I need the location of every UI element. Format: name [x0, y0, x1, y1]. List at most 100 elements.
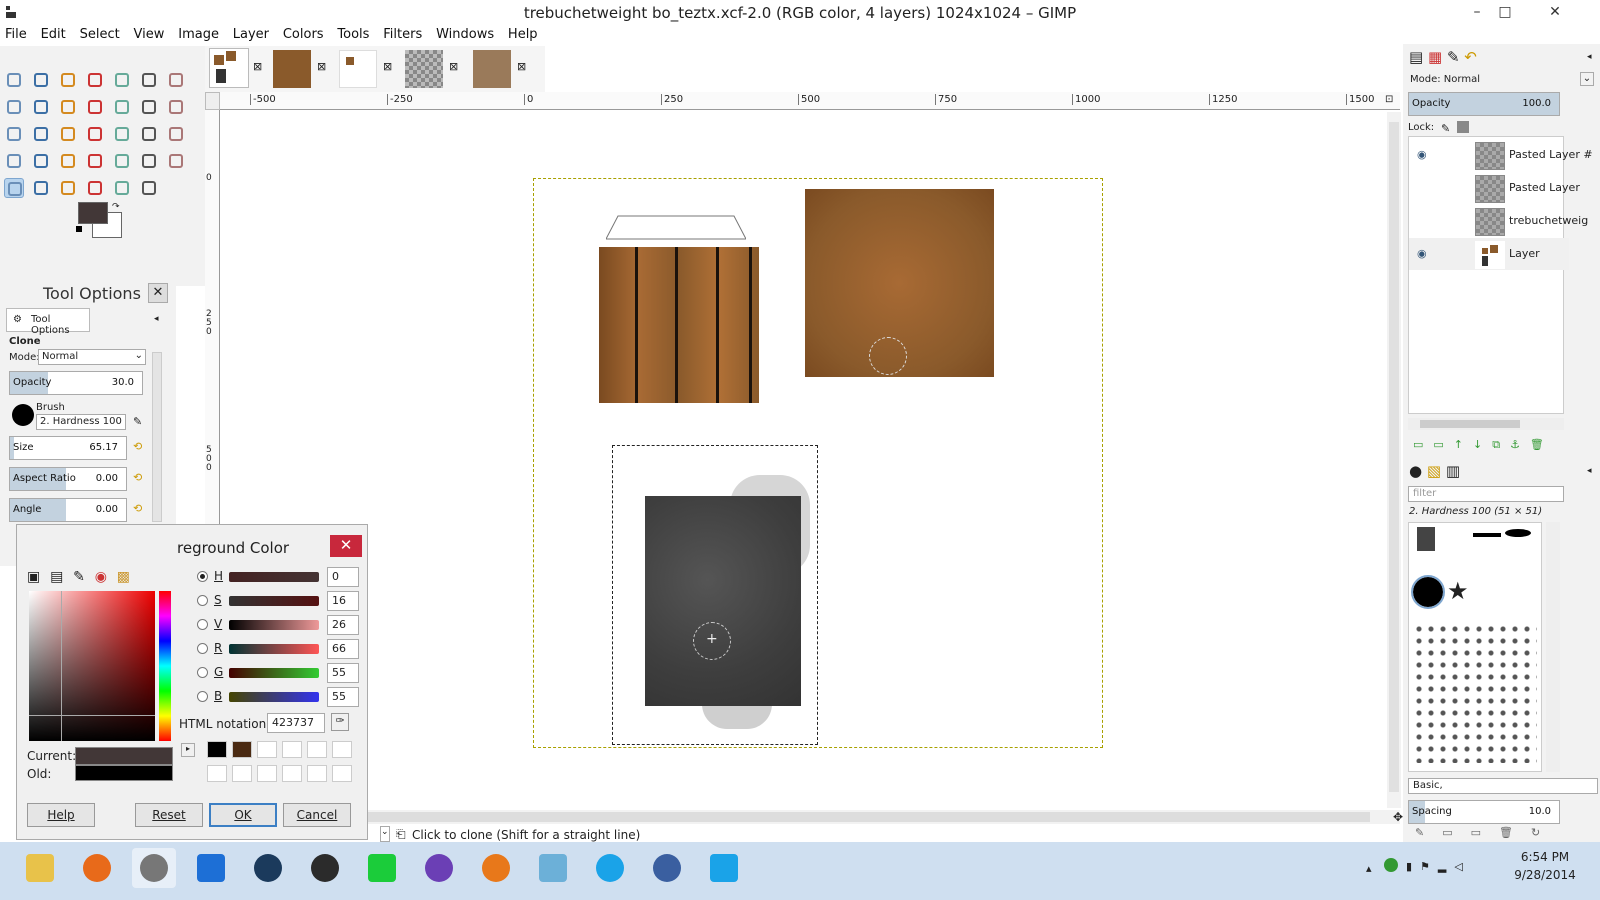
scales-icon[interactable]: ▣: [27, 569, 40, 585]
perspective-tool-icon[interactable]: [85, 124, 105, 144]
menu-edit[interactable]: Edit: [36, 26, 71, 44]
eye-icon[interactable]: ◉: [1417, 247, 1427, 260]
channel-value-input[interactable]: 26: [327, 615, 359, 635]
dock-menu-icon[interactable]: ◂: [1587, 52, 1592, 62]
clock-date[interactable]: 9/28/2014: [1510, 868, 1580, 882]
channel-value-input[interactable]: 0: [327, 567, 359, 587]
reset-size-icon[interactable]: ⟲: [133, 440, 142, 453]
hue-strip[interactable]: [159, 591, 171, 741]
brush-name-field[interactable]: 2. Hardness 100: [36, 414, 126, 430]
align-tool-icon[interactable]: [139, 97, 159, 117]
channel-slider[interactable]: [229, 596, 319, 606]
close-tab-icon[interactable]: ⊠: [253, 60, 262, 73]
patterns-tab-icon[interactable]: ▧: [1427, 462, 1441, 480]
lock-alpha-icon[interactable]: [1457, 121, 1469, 133]
gradients-tab-icon[interactable]: ▥: [1446, 462, 1460, 480]
vertical-scrollbar[interactable]: [1387, 112, 1401, 808]
history-arrow-icon[interactable]: ▸: [181, 743, 195, 757]
channel-radio[interactable]: [197, 643, 208, 654]
scissors-tool-icon[interactable]: [139, 70, 159, 90]
brush-item-selected[interactable]: [1411, 575, 1445, 609]
channel-radio[interactable]: [197, 595, 208, 606]
reset-aspect-icon[interactable]: ⟲: [133, 471, 142, 484]
color-history-swatch[interactable]: [307, 765, 327, 782]
layer-row[interactable]: Pasted Layer: [1409, 172, 1580, 204]
steam-taskbar-icon[interactable]: [246, 848, 290, 888]
ruler-corner[interactable]: [205, 92, 220, 110]
layers-tab-icon[interactable]: ▤: [1409, 48, 1423, 66]
color-selector-tabs[interactable]: ▣ ▤ ✎ ◉ ▩: [27, 569, 137, 591]
image-tab-3[interactable]: [339, 50, 377, 88]
bucket-fill-tool-icon[interactable]: [4, 151, 24, 171]
horizontal-ruler[interactable]: -500 -250 0 250 500 750 1000 1250 1500: [220, 92, 1400, 110]
color-history-swatch[interactable]: [232, 765, 252, 782]
layer-row[interactable]: ◉ Layer: [1409, 238, 1569, 270]
minimize-button[interactable]: –: [1462, 2, 1492, 22]
color-history-swatch[interactable]: [207, 741, 227, 758]
eye-icon[interactable]: ◉: [1417, 148, 1427, 161]
palette-icon[interactable]: ▤: [50, 569, 63, 585]
ellipse-select-tool-icon[interactable]: [31, 70, 51, 90]
paths-tool-icon[interactable]: [4, 97, 24, 117]
brush-filter-input[interactable]: filter: [1408, 486, 1564, 502]
unit-dropdown[interactable]: ⌄: [380, 826, 390, 842]
menu-windows[interactable]: Windows: [431, 26, 499, 44]
close-tab-icon[interactable]: ⊠: [317, 60, 326, 73]
menu-tools[interactable]: Tools: [332, 26, 374, 44]
app-blue-taskbar-icon[interactable]: [189, 848, 233, 888]
razer-taskbar-icon[interactable]: [303, 848, 347, 888]
menu-image[interactable]: Image: [173, 26, 224, 44]
rotate-tool-icon[interactable]: [4, 124, 24, 144]
image-tab-4[interactable]: [405, 50, 443, 88]
menu-file[interactable]: File: [0, 26, 32, 44]
tray-overflow-icon[interactable]: ▴: [1366, 862, 1372, 875]
menu-filters[interactable]: Filters: [378, 26, 427, 44]
file-explorer-taskbar-icon[interactable]: [18, 848, 62, 888]
move-tool-icon[interactable]: [112, 97, 132, 117]
tray-app-icon[interactable]: [1384, 858, 1398, 872]
brush-item[interactable]: [1473, 533, 1501, 537]
free-select-tool-icon[interactable]: [58, 70, 78, 90]
image-tab-5[interactable]: [473, 50, 511, 88]
airbrush-tool-icon[interactable]: [139, 151, 159, 171]
fuzzy-select-tool-icon[interactable]: [85, 70, 105, 90]
opacity-slider[interactable]: Opacity 30.0: [9, 371, 143, 395]
brush-panel-menu-icon[interactable]: ◂: [1587, 466, 1592, 476]
blender-taskbar-icon[interactable]: [474, 848, 518, 888]
swap-colors-icon[interactable]: ↷: [112, 202, 120, 212]
menu-view[interactable]: View: [129, 26, 170, 44]
channel-radio[interactable]: [197, 619, 208, 630]
dodge-burn-tool-icon[interactable]: [139, 178, 159, 198]
channels-tab-icon[interactable]: ▦: [1428, 48, 1442, 66]
color-history-swatch[interactable]: [257, 741, 277, 758]
menu-layer[interactable]: Layer: [228, 26, 274, 44]
channel-radio[interactable]: [197, 571, 208, 582]
channel-slider[interactable]: [229, 644, 319, 654]
close-tab-icon[interactable]: ⊠: [383, 60, 392, 73]
menu-help[interactable]: Help: [503, 26, 543, 44]
blend-tool-icon[interactable]: [31, 151, 51, 171]
menu-select[interactable]: Select: [75, 26, 125, 44]
channel-value-input[interactable]: 66: [327, 639, 359, 659]
channel-slider[interactable]: [229, 620, 319, 630]
star-brush-icon[interactable]: ★: [1447, 577, 1469, 605]
image-canvas[interactable]: +: [533, 178, 1103, 748]
close-tab-icon[interactable]: ⊠: [449, 60, 458, 73]
skype-taskbar-icon[interactable]: [588, 848, 632, 888]
paintbrush-tool-icon[interactable]: [85, 151, 105, 171]
brush-panel-tabs[interactable]: ● ▧ ▥: [1409, 462, 1479, 484]
shear-tool-icon[interactable]: [58, 124, 78, 144]
flip-tool-icon[interactable]: [112, 124, 132, 144]
color-history-swatch[interactable]: [332, 741, 352, 758]
brush-scrollbar[interactable]: [1546, 522, 1560, 772]
channel-slider[interactable]: [229, 572, 319, 582]
channel-value-input[interactable]: 16: [327, 591, 359, 611]
eyedropper-button[interactable]: ✑: [331, 713, 349, 731]
brush-preview[interactable]: [12, 404, 34, 426]
horizontal-scrollbar[interactable]: [220, 810, 1400, 824]
zoom-icon[interactable]: ⊡: [1385, 94, 1393, 105]
color-select-tool-icon[interactable]: [112, 70, 132, 90]
brush-texture-grid[interactable]: [1413, 623, 1537, 763]
rect-select-tool-icon[interactable]: [4, 70, 24, 90]
paths-tab-icon[interactable]: ✎: [1447, 48, 1460, 66]
